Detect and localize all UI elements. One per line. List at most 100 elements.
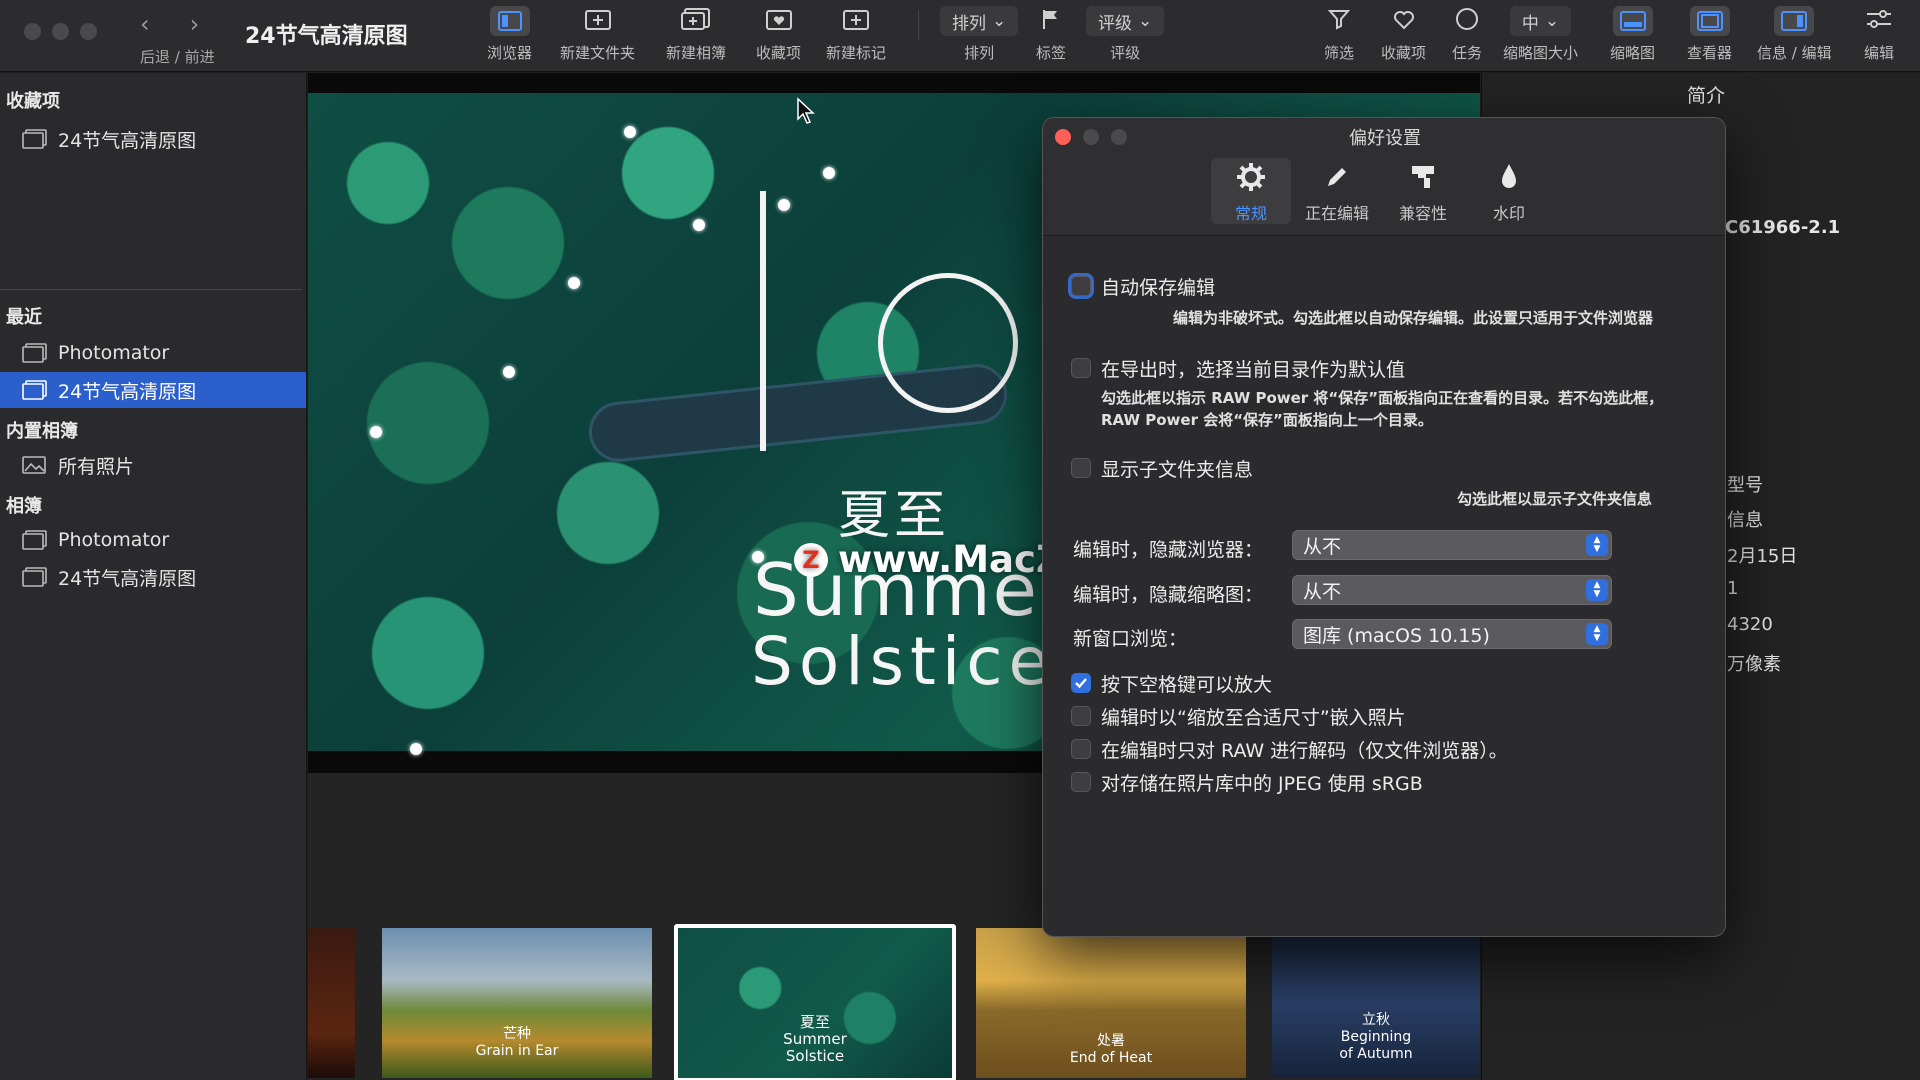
tab-editing[interactable]: 正在编辑 (1297, 158, 1377, 224)
sidebar-item-recent-photomator[interactable]: Photomator (0, 335, 306, 371)
autosave-label: 自动保存编辑 (1101, 277, 1216, 299)
lotus-flower (503, 366, 515, 378)
tab-watermark[interactable]: 水印 (1469, 158, 1549, 224)
hide-thumbs-select[interactable]: 从不 ▲ ▼ (1292, 575, 1612, 605)
album-icon (22, 380, 48, 400)
sidebar-item-album-photomator[interactable]: Photomator (0, 522, 306, 558)
sidebar-item-album-solar-terms[interactable]: 24节气高清原图 (0, 559, 306, 595)
album-icon (22, 567, 48, 587)
new-folder-button[interactable]: 新建文件夹 (560, 0, 635, 72)
select-arrows-icon: ▲ ▼ (1586, 579, 1608, 601)
subfolder-description: 勾选此框以显示子文件夹信息 (1457, 490, 1653, 508)
hide-browser-select[interactable]: 从不 ▲ ▼ (1292, 530, 1612, 560)
export-dir-checkbox[interactable] (1071, 358, 1091, 378)
sort-popup[interactable]: 排列 ⌄ (940, 6, 1019, 36)
back-icon[interactable]: ‹ (140, 10, 150, 38)
thumbnails-icon (1612, 6, 1653, 36)
tasks-circle-icon (1455, 7, 1479, 35)
select-arrows-icon: ▲ ▼ (1586, 623, 1608, 645)
nav-arrows: ‹ › (140, 10, 199, 38)
photo-title-en-2: Solstice (751, 623, 1056, 700)
lotus-flower (823, 167, 835, 179)
nav-label: 后退 / 前进 (140, 48, 215, 66)
toolbar-separator (918, 10, 919, 40)
browser-icon (489, 6, 530, 36)
thumbnail-caption: 芒种 Grain in Ear (475, 1026, 559, 1059)
lotus-flower (568, 277, 580, 289)
favorite-button[interactable]: 收藏项 (1381, 0, 1426, 72)
tab-compatibility[interactable]: 兼容性 (1383, 158, 1463, 224)
album-icon (22, 129, 48, 149)
thumb-size-control[interactable]: 中 ⌄ 缩略图大小 (1503, 0, 1578, 72)
sidebar-item-all-photos[interactable]: 所有照片 (0, 447, 306, 483)
viewer-icon (1689, 6, 1730, 36)
album-icon (22, 530, 48, 550)
chevron-down-icon: ⌄ (992, 11, 1007, 31)
favorites-button[interactable]: 收藏项 (756, 0, 801, 72)
tab-general[interactable]: 常规 (1211, 158, 1291, 224)
gear-icon (1236, 162, 1266, 196)
hide-thumbs-label: 编辑时，隐藏缩略图： (1073, 584, 1264, 606)
info-edit-button[interactable]: 信息 / 编辑 (1757, 0, 1832, 72)
browser-button[interactable]: 浏览器 (487, 0, 532, 72)
autosave-checkbox[interactable] (1071, 276, 1091, 296)
info-date: 2月15日 (1727, 546, 1798, 567)
raw-only-checkbox[interactable] (1071, 739, 1091, 759)
thumbnail[interactable]: 处暑 End of Heat (976, 928, 1246, 1078)
forward-icon[interactable]: › (190, 10, 200, 38)
info-model: 型号 (1727, 475, 1763, 496)
info-panel-icon (1774, 6, 1815, 36)
sidebar-item-recent-solar-terms[interactable]: 24节气高清原图 (0, 372, 306, 408)
sort-control[interactable]: 排列 ⌄ 排列 (940, 0, 1019, 72)
thumbnail-selected[interactable]: 夏至 Summer Solstice (674, 924, 956, 1080)
srgb-checkbox[interactable] (1071, 772, 1091, 792)
heart-icon (1392, 8, 1416, 34)
select-arrows-icon: ▲ ▼ (1586, 534, 1608, 556)
album-icon (22, 343, 48, 363)
filter-button[interactable]: 筛选 (1324, 0, 1354, 72)
lotus-flower (778, 199, 790, 211)
thumbnails-button[interactable]: 缩略图 (1610, 0, 1655, 72)
rating-control[interactable]: 评级 ⌄ 评级 (1086, 0, 1165, 72)
viewer-button[interactable]: 查看器 (1687, 0, 1732, 72)
new-tag-button[interactable]: 新建标记 (826, 0, 886, 72)
sidebar-builtin-header: 内置相簿 (6, 421, 78, 442)
space-zoom-checkbox[interactable] (1071, 673, 1091, 693)
fit-embed-checkbox[interactable] (1071, 706, 1091, 726)
hide-browser-label: 编辑时，隐藏浏览器： (1073, 539, 1264, 561)
sidebar: 收藏项 24节气高清原图 最近 Photomator 24节气高清原图 内置相簿… (0, 73, 307, 1080)
window-zoom-button[interactable] (80, 23, 97, 40)
edit-button[interactable]: 编辑 (1864, 0, 1894, 72)
info-dimension: 4320 (1727, 614, 1773, 635)
compatibility-icon (1408, 162, 1438, 196)
subfolder-checkbox[interactable] (1071, 458, 1091, 478)
new-album-button[interactable]: 新建相簿 (666, 0, 726, 72)
preferences-titlebar: 偏好设置 常规 正在编辑 兼容性 水印 (1043, 118, 1725, 236)
export-dir-description-2: RAW Power 会将“保存”面板指向上一个目录。 (1101, 411, 1433, 429)
thumbnail[interactable]: 立秋 Beginning of Autumn (1272, 928, 1480, 1078)
sidebar-divider (0, 289, 302, 290)
thumbnail[interactable] (308, 928, 355, 1078)
thumbnail-caption: 夏至 Summer Solstice (783, 1013, 847, 1065)
lotus-flower (624, 126, 636, 138)
flag-button[interactable]: 标签 (1036, 0, 1066, 72)
thumbnail[interactable]: 芒种 Grain in Ear (382, 928, 652, 1078)
chevron-down-icon: ⌄ (1138, 11, 1153, 31)
srgb-label: 对存储在照片库中的 JPEG 使用 sRGB (1101, 773, 1423, 795)
sidebar-item-favorite-album[interactable]: 24节气高清原图 (0, 121, 306, 157)
window-title: 24节气高清原图 (245, 24, 408, 49)
rating-popup[interactable]: 评级 ⌄ (1086, 6, 1165, 36)
window-minimize-button[interactable] (52, 23, 69, 40)
tasks-button[interactable]: 任务 (1452, 0, 1482, 72)
new-window-label: 新窗口浏览： (1073, 628, 1188, 650)
numeral-six-graphic (878, 273, 1018, 413)
thumb-size-popup[interactable]: 中 ⌄ (1509, 6, 1572, 36)
export-dir-description-1: 勾选此框以指示 RAW Power 将“保存”面板指向正在查看的目录。若不勾选此… (1101, 389, 1664, 407)
window-close-button[interactable] (24, 23, 41, 40)
new-window-select[interactable]: 图库 (macOS 10.15) ▲ ▼ (1292, 619, 1612, 649)
checkmark-icon (1075, 678, 1087, 689)
space-zoom-label: 按下空格键可以放大 (1101, 674, 1273, 696)
new-album-icon (681, 8, 711, 34)
numeral-one-graphic (760, 191, 766, 451)
fit-embed-label: 编辑时以“缩放至合适尺寸”嵌入照片 (1101, 707, 1406, 729)
